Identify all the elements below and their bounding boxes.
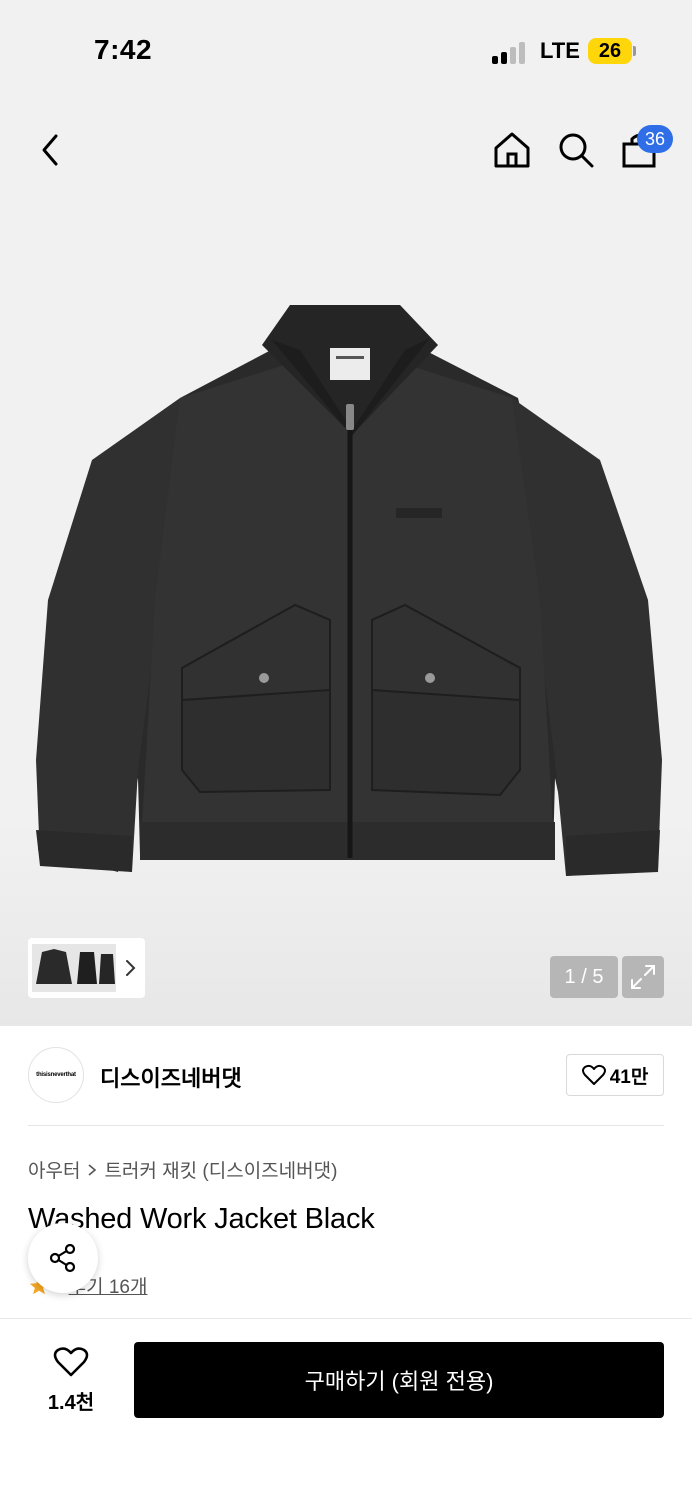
- product-image-area[interactable]: [0, 100, 692, 1026]
- thumbnail-1[interactable]: [32, 944, 76, 992]
- home-icon[interactable]: [492, 130, 532, 170]
- thumbnail-3[interactable]: [98, 944, 116, 992]
- wish-button[interactable]: 1.4천: [28, 1342, 114, 1416]
- thumbnail-2[interactable]: [76, 944, 98, 992]
- buy-button[interactable]: 구매하기 (회원 전용): [134, 1342, 664, 1418]
- heart-icon: [53, 1347, 89, 1377]
- chevron-right-icon: [88, 1163, 97, 1176]
- battery-icon: 26: [588, 38, 632, 64]
- heart-icon: [581, 1064, 606, 1085]
- brand-like-button[interactable]: 41만: [566, 1054, 664, 1096]
- thumbnail-strip[interactable]: [28, 938, 145, 998]
- breadcrumb-subcategory[interactable]: 트러커 재킷 (디스이즈네버댓): [104, 1156, 337, 1183]
- wish-count: 1.4천: [47, 1392, 95, 1414]
- share-icon: [49, 1243, 76, 1273]
- breadcrumb-category[interactable]: 아우터: [28, 1156, 80, 1183]
- battery-tip: [633, 46, 636, 56]
- back-icon[interactable]: [36, 130, 64, 170]
- brand-like-count: 41만: [609, 1066, 649, 1088]
- divider: [28, 1125, 664, 1126]
- cart-count-badge: 36: [637, 125, 673, 153]
- network-label: LTE: [540, 38, 580, 63]
- product-image: [36, 305, 662, 876]
- share-button[interactable]: [28, 1223, 98, 1293]
- status-bar: 7:42 LTE 26: [0, 0, 692, 100]
- status-time: 7:42: [94, 34, 153, 65]
- signal-icon: [492, 40, 528, 64]
- image-counter: 1 / 5: [550, 956, 618, 998]
- chevron-right-icon[interactable]: [122, 958, 138, 978]
- expand-icon[interactable]: [622, 956, 664, 998]
- search-icon[interactable]: [556, 130, 596, 170]
- brand-logo[interactable]: thisisneverthat: [28, 1047, 84, 1103]
- breadcrumb: 아우터 트러커 재킷 (디스이즈네버댓): [28, 1156, 337, 1183]
- brand-name[interactable]: 디스이즈네버댓: [100, 1061, 242, 1093]
